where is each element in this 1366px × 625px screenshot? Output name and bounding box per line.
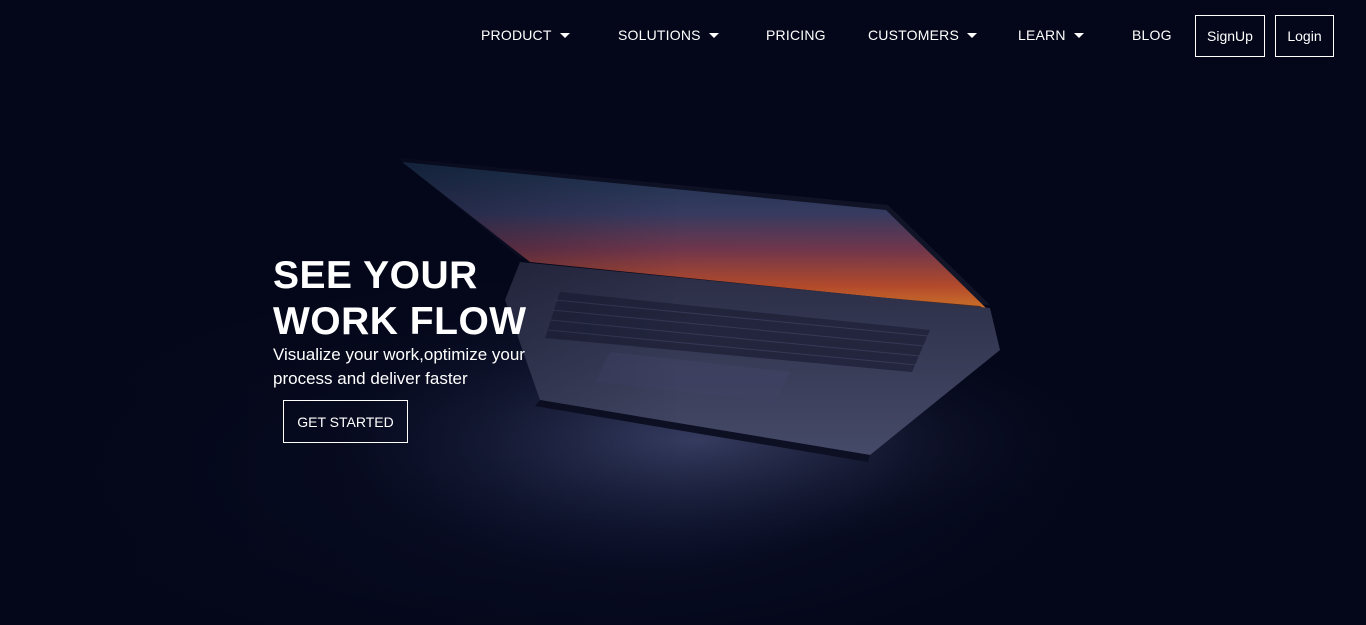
landing-page: PRODUCT SOLUTIONS PRICING CUSTOMERS LEAR… [0, 0, 1366, 625]
caret-down-icon [708, 33, 719, 38]
nav-item-blog-label: BLOG [1132, 27, 1172, 43]
nav-item-solutions-label: SOLUTIONS [618, 27, 701, 43]
laptop-illustration [0, 0, 1366, 625]
nav-item-learn[interactable]: LEARN [1018, 27, 1084, 43]
login-button[interactable]: Login [1275, 15, 1334, 57]
hero-subtitle-line-1: Visualize your work,optimize your [273, 345, 525, 364]
hero-title: SEE YOUR WORK FLOW [273, 253, 593, 345]
nav-item-product-label: PRODUCT [481, 27, 552, 43]
top-nav: PRODUCT SOLUTIONS PRICING CUSTOMERS LEAR… [0, 0, 1366, 72]
nav-item-solutions[interactable]: SOLUTIONS [618, 27, 719, 43]
nav-item-customers-label: CUSTOMERS [868, 27, 959, 43]
caret-down-icon [967, 33, 977, 38]
hero-title-line-2: WORK FLOW [273, 300, 527, 343]
hero-subtitle: Visualize your work,optimize your proces… [273, 343, 573, 391]
nav-item-pricing-label: PRICING [766, 27, 826, 43]
nav-item-product[interactable]: PRODUCT [481, 27, 570, 43]
nav-item-learn-label: LEARN [1018, 27, 1066, 43]
caret-down-icon [559, 33, 570, 38]
signup-button[interactable]: SignUp [1195, 15, 1265, 57]
nav-item-pricing[interactable]: PRICING [766, 27, 826, 43]
nav-item-blog[interactable]: BLOG [1132, 27, 1172, 43]
hero-title-line-1: SEE YOUR [273, 254, 478, 297]
get-started-button[interactable]: GET STARTED [283, 400, 408, 443]
caret-down-icon [1073, 33, 1084, 38]
nav-item-customers[interactable]: CUSTOMERS [868, 27, 977, 43]
hero-subtitle-line-2: process and deliver faster [273, 369, 468, 388]
